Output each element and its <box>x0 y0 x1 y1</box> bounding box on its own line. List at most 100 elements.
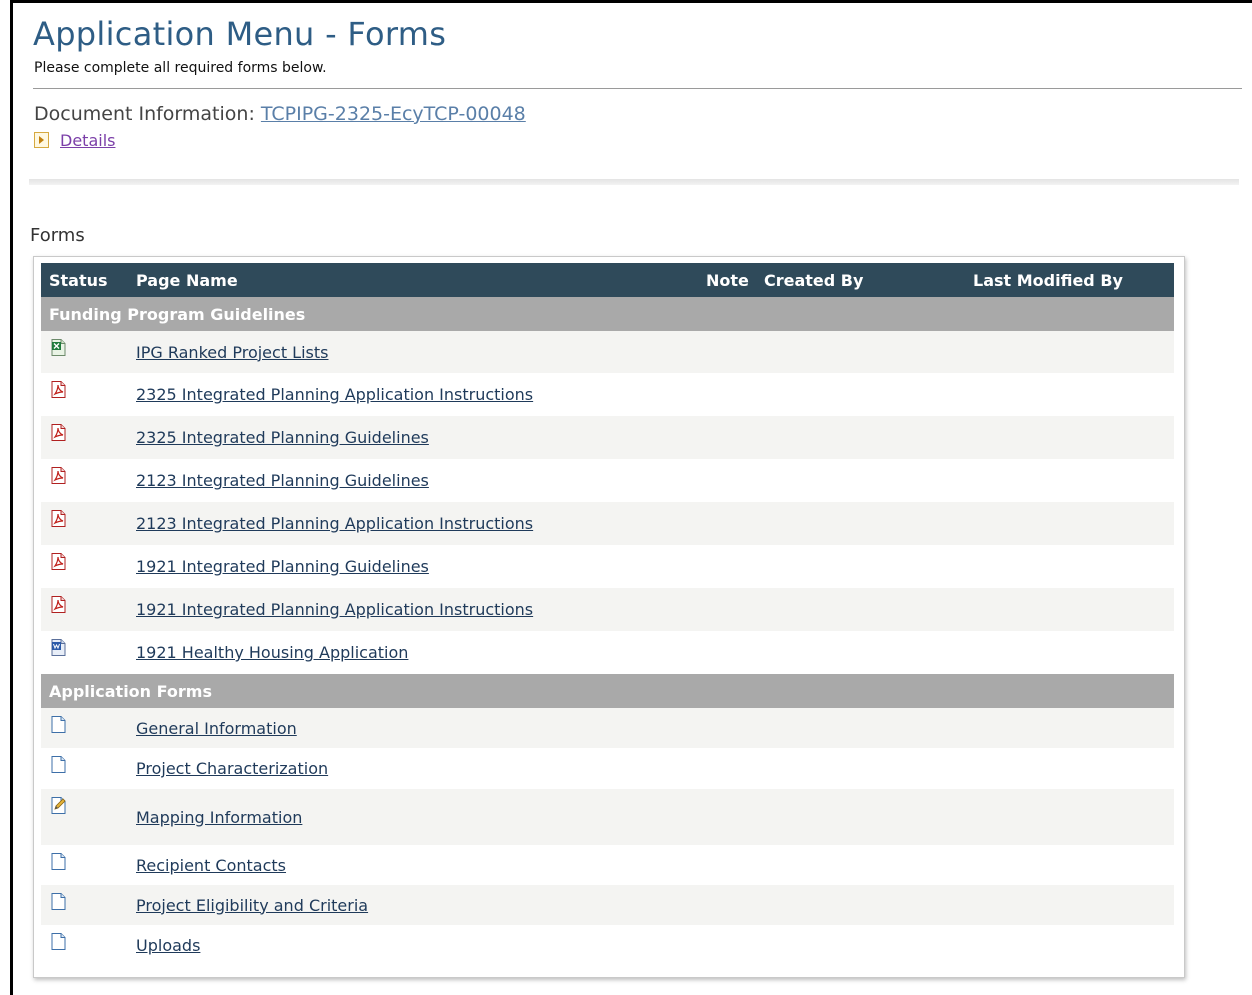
created-by-cell <box>764 885 973 925</box>
column-header-last-modified-by: Last Modified By <box>973 263 1174 297</box>
blank-page-icon <box>51 853 66 870</box>
note-cell <box>706 925 764 965</box>
page-name-cell: General Information <box>136 708 706 748</box>
page-link-recipient-contacts[interactable]: Recipient Contacts <box>136 856 286 875</box>
page-link-1921-healthy-housing-application[interactable]: 1921 Healthy Housing Application <box>136 643 408 662</box>
created-by-cell <box>764 502 973 545</box>
status-cell <box>41 502 136 545</box>
page-link-general-information[interactable]: General Information <box>136 719 297 738</box>
group-header-row: Application Forms <box>41 674 1174 708</box>
pdf-file-icon <box>51 553 66 570</box>
last-modified-by-cell <box>973 789 1174 845</box>
note-cell <box>706 331 764 373</box>
status-cell <box>41 331 136 373</box>
page-link-project-characterization[interactable]: Project Characterization <box>136 759 328 778</box>
note-cell <box>706 631 764 674</box>
page-name-cell: IPG Ranked Project Lists <box>136 331 706 373</box>
forms-section-label: Forms <box>30 225 85 246</box>
pdf-file-icon <box>51 424 66 441</box>
expand-arrow-icon[interactable] <box>34 132 49 148</box>
status-cell <box>41 459 136 502</box>
table-row: Project Eligibility and Criteria <box>41 885 1174 925</box>
note-cell <box>706 502 764 545</box>
edit-page-icon <box>51 797 66 814</box>
status-cell <box>41 588 136 631</box>
page-link-1921-integrated-planning-guidelines[interactable]: 1921 Integrated Planning Guidelines <box>136 557 429 576</box>
status-cell <box>41 925 136 965</box>
pdf-file-icon <box>51 510 66 527</box>
column-header-note: Note <box>706 263 764 297</box>
note-cell <box>706 588 764 631</box>
table-row: General Information <box>41 708 1174 748</box>
excel-file-icon <box>51 339 66 356</box>
document-information: Document Information: TCPIPG-2325-EcyTCP… <box>34 103 526 125</box>
page-link-2325-integrated-planning-guidelines[interactable]: 2325 Integrated Planning Guidelines <box>136 428 429 447</box>
last-modified-by-cell <box>973 459 1174 502</box>
last-modified-by-cell <box>973 588 1174 631</box>
page-name-cell: Recipient Contacts <box>136 845 706 885</box>
created-by-cell <box>764 588 973 631</box>
note-cell <box>706 748 764 789</box>
last-modified-by-cell <box>973 845 1174 885</box>
table-row: Project Characterization <box>41 748 1174 789</box>
page-title: Application Menu - Forms <box>33 15 447 53</box>
table-row: 2123 Integrated Planning Guidelines <box>41 459 1174 502</box>
table-row: 1921 Healthy Housing Application <box>41 631 1174 674</box>
created-by-cell <box>764 925 973 965</box>
details-link[interactable]: Details <box>60 131 115 150</box>
page-name-cell: 2123 Integrated Planning Application Ins… <box>136 502 706 545</box>
page-name-cell: Mapping Information <box>136 789 706 845</box>
created-by-cell <box>764 331 973 373</box>
created-by-cell <box>764 748 973 789</box>
status-cell <box>41 885 136 925</box>
page-link-2123-integrated-planning-guidelines[interactable]: 2123 Integrated Planning Guidelines <box>136 471 429 490</box>
page-name-cell: Project Eligibility and Criteria <box>136 885 706 925</box>
last-modified-by-cell <box>973 708 1174 748</box>
page-name-cell: 2325 Integrated Planning Application Ins… <box>136 373 706 416</box>
pdf-file-icon <box>51 596 66 613</box>
document-information-label: Document Information: <box>34 103 255 125</box>
blank-page-icon <box>51 893 66 910</box>
table-row: Recipient Contacts <box>41 845 1174 885</box>
status-cell <box>41 631 136 674</box>
page-link-2123-integrated-planning-application-instructions[interactable]: 2123 Integrated Planning Application Ins… <box>136 514 533 533</box>
note-cell <box>706 789 764 845</box>
last-modified-by-cell <box>973 373 1174 416</box>
page-link-mapping-information[interactable]: Mapping Information <box>136 808 302 827</box>
page-name-cell: 1921 Integrated Planning Application Ins… <box>136 588 706 631</box>
page-link-project-eligibility-and-criteria[interactable]: Project Eligibility and Criteria <box>136 896 368 915</box>
page-link-uploads[interactable]: Uploads <box>136 936 200 955</box>
created-by-cell <box>764 545 973 588</box>
details-toggle[interactable]: Details <box>34 131 115 150</box>
status-cell <box>41 545 136 588</box>
blank-page-icon <box>51 756 66 773</box>
page-name-cell: Project Characterization <box>136 748 706 789</box>
created-by-cell <box>764 845 973 885</box>
table-row: Uploads <box>41 925 1174 965</box>
status-cell <box>41 789 136 845</box>
table-row: 2325 Integrated Planning Guidelines <box>41 416 1174 459</box>
funding-guidelines-group: Funding Program Guidelines IPG Ranked Pro… <box>41 297 1174 674</box>
last-modified-by-cell <box>973 748 1174 789</box>
document-id-link[interactable]: TCPIPG-2325-EcyTCP-00048 <box>261 103 526 125</box>
application-forms-group: Application Forms General Information Proj… <box>41 674 1174 965</box>
note-cell <box>706 545 764 588</box>
table-row: 2325 Integrated Planning Application Ins… <box>41 373 1174 416</box>
pdf-file-icon <box>51 381 66 398</box>
created-by-cell <box>764 789 973 845</box>
page-link-1921-integrated-planning-application-instructions[interactable]: 1921 Integrated Planning Application Ins… <box>136 600 533 619</box>
created-by-cell <box>764 708 973 748</box>
note-cell <box>706 416 764 459</box>
page-name-cell: 2123 Integrated Planning Guidelines <box>136 459 706 502</box>
table-row: 2123 Integrated Planning Application Ins… <box>41 502 1174 545</box>
created-by-cell <box>764 373 973 416</box>
status-cell <box>41 416 136 459</box>
table-row: IPG Ranked Project Lists <box>41 331 1174 373</box>
page-link-2325-integrated-planning-application-instructions[interactable]: 2325 Integrated Planning Application Ins… <box>136 385 533 404</box>
section-divider <box>29 179 1239 185</box>
column-header-page-name: Page Name <box>136 263 706 297</box>
note-cell <box>706 459 764 502</box>
note-cell <box>706 708 764 748</box>
page-link-ipg-ranked-project-lists[interactable]: IPG Ranked Project Lists <box>136 343 328 362</box>
page-name-cell: Uploads <box>136 925 706 965</box>
